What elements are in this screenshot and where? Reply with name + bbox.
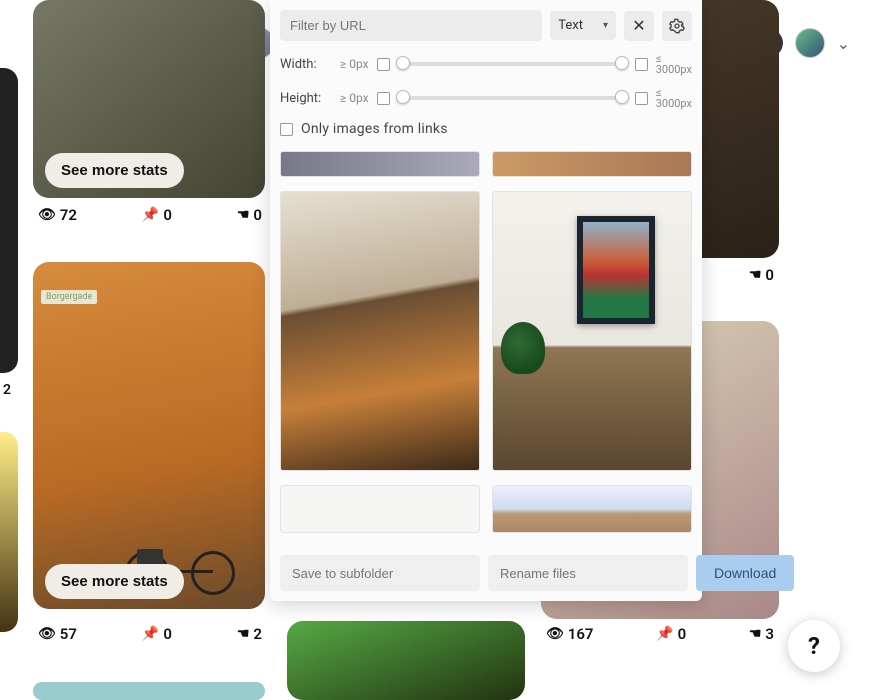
- pin-stats-row: 👁57 📌0 ☚2: [38, 625, 262, 643]
- filter-url-input[interactable]: [280, 10, 542, 41]
- help-button[interactable]: ?: [788, 620, 840, 672]
- pointer-icon: ☚: [749, 626, 762, 642]
- pointer-icon: ☚: [237, 626, 250, 642]
- height-slider[interactable]: [398, 96, 627, 100]
- save-subfolder-input[interactable]: [280, 555, 480, 591]
- image-thumb[interactable]: [280, 191, 480, 471]
- width-min-label: ≥ 0px: [340, 57, 369, 71]
- stat-clicks: ☚0: [749, 266, 774, 284]
- see-more-stats-button[interactable]: See more stats: [45, 564, 184, 599]
- only-links-checkbox[interactable]: [280, 123, 293, 136]
- width-filter-row: Width: ≥ 0px ≤3000px: [280, 53, 692, 75]
- clicks-count: 3: [765, 625, 774, 643]
- width-max-label: ≤3000px: [656, 53, 692, 75]
- stat-views: 👁57: [38, 625, 77, 643]
- only-links-label: Only images from links: [301, 121, 448, 137]
- profile-avatar[interactable]: [795, 28, 825, 58]
- pin-card[interactable]: [0, 432, 18, 632]
- pin-card[interactable]: [0, 68, 18, 373]
- pin-icon: 📌: [142, 207, 159, 223]
- height-label: Height:: [280, 91, 332, 106]
- pin-card[interactable]: Borgergade See more stats: [33, 262, 265, 609]
- pin-icon: 📌: [142, 626, 159, 642]
- eye-icon: 👁: [38, 626, 56, 642]
- image-thumb[interactable]: [492, 151, 692, 177]
- pointer-icon: ☚: [237, 207, 250, 223]
- max-px: 3000px: [656, 98, 692, 109]
- only-links-row: Only images from links: [280, 121, 692, 137]
- image-grid: [270, 141, 702, 545]
- eye-icon: 👁: [546, 626, 564, 642]
- width-label: Width:: [280, 57, 332, 72]
- image-thumb[interactable]: [492, 191, 692, 471]
- type-select[interactable]: Text ▾: [550, 11, 616, 40]
- panel-footer: Download: [270, 545, 702, 601]
- pointer-icon: ☚: [749, 267, 762, 283]
- question-icon: ?: [808, 632, 820, 660]
- close-icon: ✕: [632, 16, 645, 36]
- rename-files-input[interactable]: [488, 555, 688, 591]
- image-thumb[interactable]: [280, 485, 480, 533]
- settings-button[interactable]: [662, 11, 692, 41]
- views-count: 167: [568, 625, 594, 643]
- chevron-down-icon[interactable]: ⌄: [837, 34, 850, 53]
- chevron-down-icon: ▾: [603, 20, 608, 31]
- stat-views: 👁72: [38, 206, 77, 224]
- stat-clicks: ☚0: [237, 206, 262, 224]
- height-filter-row: Height: ≥ 0px ≤3000px: [280, 87, 692, 109]
- stat-views: 👁167: [546, 625, 594, 643]
- image-downloader-panel: Text ▾ ✕ Width: ≥ 0px ≤3000px Height: ≥ …: [270, 0, 702, 601]
- pin-icon: 📌: [656, 626, 673, 642]
- height-max-checkbox[interactable]: [635, 92, 648, 105]
- pins-count: 0: [678, 625, 687, 643]
- eye-icon: 👁: [38, 207, 56, 223]
- pin-card[interactable]: [33, 682, 265, 700]
- stat-pins: 📌0: [142, 625, 172, 643]
- gear-icon: [669, 18, 685, 34]
- pin-card[interactable]: See more stats: [33, 0, 265, 198]
- street-plate: Borgergade: [41, 290, 97, 304]
- slider-thumb-right[interactable]: [615, 90, 629, 104]
- height-min-label: ≥ 0px: [340, 91, 369, 105]
- image-thumb[interactable]: [280, 151, 480, 177]
- height-min-checkbox[interactable]: [377, 92, 390, 105]
- plant-illustration: [501, 322, 545, 374]
- width-max-checkbox[interactable]: [635, 58, 648, 71]
- panel-header: Text ▾ ✕ Width: ≥ 0px ≤3000px Height: ≥ …: [270, 0, 702, 141]
- stat-pins: 📌0: [656, 625, 686, 643]
- max-px: 3000px: [656, 64, 692, 75]
- width-slider[interactable]: [398, 62, 627, 66]
- width-min-checkbox[interactable]: [377, 58, 390, 71]
- clicks-count: 0: [253, 206, 262, 224]
- pin-stats-row: 👁72 📌0 ☚0: [38, 206, 262, 224]
- slider-thumb-left[interactable]: [396, 90, 410, 104]
- stat-clicks: ☚3: [749, 625, 774, 643]
- views-count: 72: [60, 206, 77, 224]
- height-max-label: ≤3000px: [656, 87, 692, 109]
- download-button[interactable]: Download: [696, 555, 794, 591]
- pins-count: 0: [163, 625, 172, 643]
- clicks-count: 0: [765, 266, 774, 284]
- type-select-label: Text: [558, 18, 583, 33]
- clicks-count: 2: [253, 625, 262, 643]
- pin-card[interactable]: [287, 621, 525, 700]
- slider-thumb-right[interactable]: [615, 56, 629, 70]
- views-count: 57: [60, 625, 77, 643]
- stat-pins: 📌0: [142, 206, 172, 224]
- see-more-stats-button[interactable]: See more stats: [45, 153, 184, 188]
- pins-count: 0: [163, 206, 172, 224]
- pin-stats-row: 👁167 📌0 ☚3: [546, 625, 774, 643]
- image-thumb[interactable]: [492, 485, 692, 533]
- close-button[interactable]: ✕: [624, 11, 654, 41]
- pin-stat-clicks: 2: [3, 382, 11, 398]
- stat-clicks: ☚2: [237, 625, 262, 643]
- framed-photo: [577, 216, 655, 324]
- slider-thumb-left[interactable]: [396, 56, 410, 70]
